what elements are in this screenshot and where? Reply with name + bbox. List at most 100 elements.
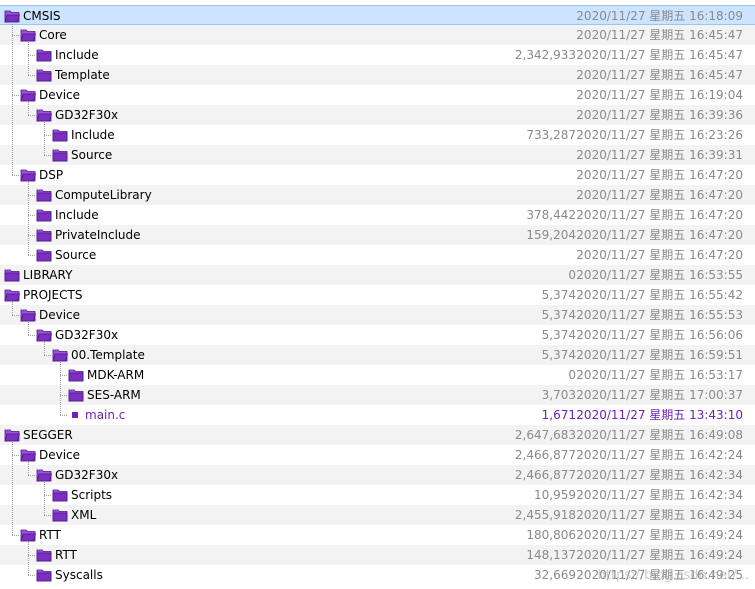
tree-guide-line (12, 442, 13, 535)
file-icon (68, 408, 82, 422)
file-row[interactable]: main.c 1,671 2020/11/27 星期五 13:43:10 (0, 405, 755, 425)
node-name: XML (71, 508, 97, 522)
tree-node: 00.Template (52, 345, 145, 365)
modified-date: 2020/11/27 星期五 16:49:24 (576, 548, 743, 562)
node-name: Scripts (71, 488, 113, 502)
modified-date: 2020/11/27 星期五 16:18:09 (576, 9, 743, 23)
folder-row[interactable]: 00.Template 5,374 2020/11/27 星期五 16:59:51 (0, 345, 755, 365)
node-name: Include (71, 128, 115, 142)
folder-row[interactable]: Include 378,442 2020/11/27 星期五 16:47:20 (0, 205, 755, 225)
tree-node: Syscalls (36, 565, 103, 585)
folder-row[interactable]: GD32F30x 2,466,877 2020/11/27 星期五 16:42:34 (0, 465, 755, 485)
folder-row[interactable]: RTT 148,137 2020/11/27 星期五 16:49:24 (0, 545, 755, 565)
tree-node: GD32F30x (36, 325, 118, 345)
tree-node: RTT (20, 525, 61, 545)
modified-date: 2020/11/27 星期五 16:55:53 (576, 308, 743, 322)
tree-node: XML (52, 505, 96, 525)
modified-date: 2020/11/27 星期五 16:47:20 (576, 228, 743, 242)
folder-row[interactable]: Device 5,374 2020/11/27 星期五 16:55:53 (0, 305, 755, 325)
folder-icon (36, 568, 52, 582)
folder-row[interactable]: GD32F30x 2020/11/27 星期五 16:39:36 (0, 105, 755, 125)
folder-row[interactable]: Core 2020/11/27 星期五 16:45:47 (0, 25, 755, 45)
tree-node: SEGGER (4, 425, 73, 445)
folder-row[interactable]: Syscalls 32,669 2020/11/27 星期五 16:49:25 (0, 565, 755, 585)
tree-node: PrivateInclude (36, 225, 141, 245)
size-value: 5,374 (541, 328, 576, 342)
node-name: ComputeLibrary (55, 188, 152, 202)
folder-row[interactable]: PROJECTS 5,374 2020/11/27 星期五 16:55:42 (0, 285, 755, 305)
folder-row[interactable]: Include 733,287 2020/11/27 星期五 16:23:26 (0, 125, 755, 145)
folder-row[interactable]: ComputeLibrary 2020/11/27 星期五 16:47:20 (0, 185, 755, 205)
folder-row[interactable]: DSP 2020/11/27 星期五 16:47:20 (0, 165, 755, 185)
folder-row[interactable]: SES-ARM 3,703 2020/11/27 星期五 17:00:37 (0, 385, 755, 405)
node-name: Source (55, 248, 97, 262)
folder-open-icon (4, 428, 20, 442)
tree-node: Template (36, 65, 110, 85)
folder-row[interactable]: GD32F30x 5,374 2020/11/27 星期五 16:56:06 (0, 325, 755, 345)
tree-guide-line (28, 182, 29, 255)
modified-date: 2020/11/27 星期五 17:00:37 (576, 388, 743, 402)
node-name: PrivateInclude (55, 228, 141, 242)
folder-row[interactable]: SEGGER 2,647,683 2020/11/27 星期五 16:49:08 (0, 425, 755, 445)
tree-guide-line (28, 102, 29, 115)
modified-date: 2020/11/27 星期五 16:23:26 (576, 128, 743, 142)
folder-open-icon (36, 108, 52, 122)
tree-node: Include (52, 125, 115, 145)
folder-open-icon (4, 9, 20, 23)
folder-open-icon (36, 328, 52, 342)
tree-guide-branch (12, 95, 19, 96)
folder-row[interactable]: RTT 180,806 2020/11/27 星期五 16:49:24 (0, 525, 755, 545)
node-name: GD32F30x (55, 328, 119, 342)
folder-open-icon (20, 308, 36, 322)
tree-guide-line (28, 42, 29, 75)
size-value: 378,442 (526, 208, 576, 222)
folder-icon (68, 368, 84, 382)
folder-row[interactable]: Template 2020/11/27 星期五 16:45:47 (0, 65, 755, 85)
folder-row[interactable]: Source 2020/11/27 星期五 16:39:31 (0, 145, 755, 165)
folder-open-icon (20, 88, 36, 102)
node-name: Syscalls (55, 568, 103, 582)
folder-row[interactable]: MDK-ARM 0 2020/11/27 星期五 16:53:17 (0, 365, 755, 385)
tree-guide-branch (12, 175, 19, 176)
tree-guide-branch (28, 575, 35, 576)
modified-date: 2020/11/27 星期五 16:49:24 (576, 528, 743, 542)
size-value: 2,466,877 (514, 468, 576, 482)
tree-node: Device (20, 305, 80, 325)
folder-tree: CMSIS 2020/11/27 星期五 16:18:09 Core 2020/11/… (0, 0, 755, 589)
folder-row[interactable]: PrivateInclude 159,204 2020/11/27 星期五 16:4… (0, 225, 755, 245)
modified-date: 2020/11/27 星期五 16:49:08 (576, 428, 743, 442)
modified-date: 2020/11/27 星期五 13:43:10 (576, 408, 743, 422)
folder-icon (36, 248, 52, 262)
folder-open-icon (20, 528, 36, 542)
size-value: 2,466,877 (514, 448, 576, 462)
modified-date: 2020/11/27 星期五 16:49:25 (576, 568, 743, 582)
node-name: LIBRARY (23, 268, 73, 282)
tree-guide-branch (12, 535, 19, 536)
folder-open-icon (4, 288, 20, 302)
folder-row[interactable]: CMSIS 2020/11/27 星期五 16:18:09 (0, 5, 755, 25)
tree-guide-branch (12, 35, 19, 36)
folder-row[interactable]: Scripts 10,959 2020/11/27 星期五 16:42:34 (0, 485, 755, 505)
folder-row[interactable]: XML 2,455,918 2020/11/27 星期五 16:42:34 (0, 505, 755, 525)
tree-guide-branch (28, 475, 35, 476)
node-name: Device (39, 308, 81, 322)
tree-guide-branch (28, 75, 35, 76)
tree-guide-line (44, 482, 45, 515)
modified-date: 2020/11/27 星期五 16:39:36 (576, 108, 743, 122)
modified-date: 2020/11/27 星期五 16:45:47 (576, 28, 743, 42)
folder-row[interactable]: Source 2020/11/27 星期五 16:47:20 (0, 245, 755, 265)
tree-guide-branch (28, 335, 35, 336)
size-value: 32,669 (534, 568, 576, 582)
node-name: Template (55, 68, 110, 82)
tree-node: Device (20, 85, 80, 105)
modified-date: 2020/11/27 星期五 16:39:31 (576, 148, 743, 162)
tree-guide-line (12, 302, 13, 315)
folder-row[interactable]: Include 2,342,933 2020/11/27 星期五 16:45:47 (0, 45, 755, 65)
folder-row[interactable]: Device 2,466,877 2020/11/27 星期五 16:42:24 (0, 445, 755, 465)
tree-guide-branch (28, 115, 35, 116)
folder-row[interactable]: LIBRARY 0 2020/11/27 星期五 16:53:55 (0, 265, 755, 285)
file-dot-icon (72, 412, 78, 418)
folder-row[interactable]: Device 2020/11/27 星期五 16:19:04 (0, 85, 755, 105)
tree-guide-branch (44, 515, 51, 516)
size-value: 1,671 (541, 408, 576, 422)
